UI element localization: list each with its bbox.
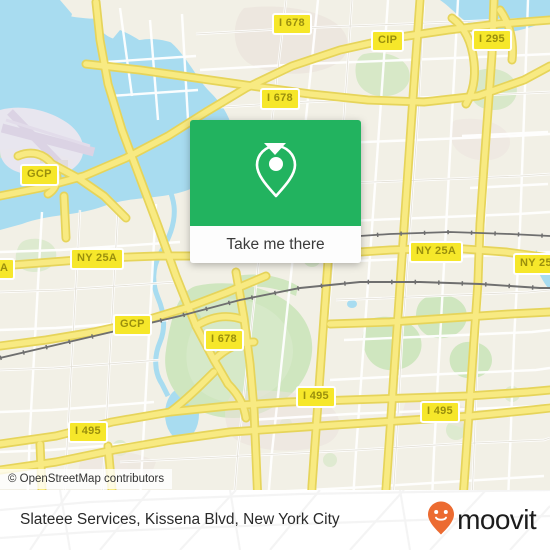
take-me-there-label: Take me there [226, 235, 325, 253]
moovit-pin-smiley-icon [426, 500, 456, 541]
road-shield: I 295 [472, 29, 512, 51]
road-shield: I 678 [260, 88, 300, 110]
road-shield: NY 25A [513, 253, 550, 275]
road-shield: NY 25A [70, 248, 125, 270]
footer-content: Slateee Services, Kissena Blvd, New York… [0, 490, 550, 550]
map-vector [0, 0, 550, 550]
popup-pointer-tail [264, 143, 286, 155]
road-shield: I 678 [204, 329, 244, 351]
road-shield: NY 25A [409, 241, 464, 263]
road-shield: I 495 [296, 386, 336, 408]
map-attribution[interactable]: © OpenStreetMap contributors [0, 469, 173, 489]
moovit-brand[interactable]: moovit [426, 500, 537, 541]
road-shield: A [0, 258, 16, 280]
location-popup-card[interactable]: Take me there [190, 120, 361, 263]
road-shield: GCP [20, 164, 59, 186]
take-me-there-button[interactable]: Take me there [190, 226, 361, 263]
footer-bar: Slateee Services, Kissena Blvd, New York… [0, 490, 550, 550]
attribution-text: © OpenStreetMap contributors [8, 473, 165, 485]
place-title: Slateee Services, Kissena Blvd, New York… [20, 511, 340, 528]
road-shield: GCP [113, 314, 152, 336]
moovit-wordmark: moovit [457, 504, 536, 535]
map-canvas[interactable] [0, 0, 550, 550]
popup-pin-area [190, 120, 361, 226]
road-shield: I 495 [68, 421, 108, 443]
map-screenshot: I 678 CIP I 295 I 678 GCP NY 25A A NY 25… [0, 0, 550, 550]
road-shield: CIP [371, 30, 405, 52]
road-shield: I 678 [272, 13, 312, 35]
road-shield: I 495 [420, 401, 460, 423]
